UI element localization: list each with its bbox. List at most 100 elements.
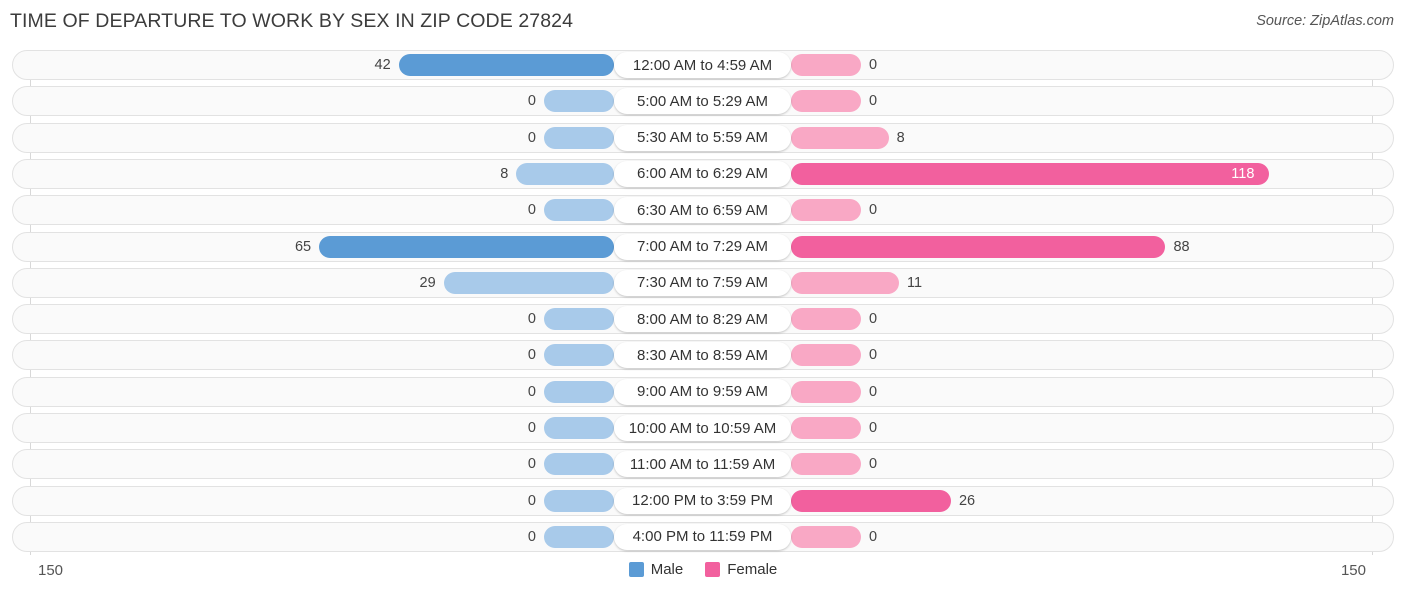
table-row[interactable]: 8 118 6:00 AM to 6:29 AM <box>12 158 1395 189</box>
bar-female[interactable] <box>791 235 1166 258</box>
bar-female[interactable] <box>791 271 900 294</box>
value-label-female: 0 <box>869 528 878 545</box>
bar-male[interactable] <box>544 525 614 548</box>
row-content: 0 0 8:30 AM to 8:59 AM <box>13 341 1395 369</box>
value-label-female: 0 <box>869 383 878 400</box>
bar-female[interactable] <box>791 344 861 367</box>
table-row[interactable]: 0 0 6:30 AM to 6:59 AM <box>12 195 1394 226</box>
table-row[interactable]: 0 0 4:00 PM to 11:59 PM <box>12 521 1394 552</box>
row-content: 0 0 9:00 AM to 9:59 AM <box>13 378 1395 406</box>
value-label-male: 0 <box>527 129 536 146</box>
bar-male[interactable] <box>516 162 614 185</box>
bar-female[interactable] <box>791 54 861 76</box>
row-content: 42 0 12:00 AM to 4:59 AM <box>13 51 1395 79</box>
category-label-pill[interactable]: 8:30 AM to 8:59 AM <box>614 342 791 369</box>
table-row[interactable]: 0 8 5:30 AM to 5:59 AM <box>12 122 1394 153</box>
category-label-text: 5:00 AM to 5:29 AM <box>637 92 768 110</box>
table-row[interactable]: 0 0 9:00 AM to 9:59 AM <box>12 376 1395 407</box>
chart-header: TIME OF DEPARTURE TO WORK BY SEX IN ZIP … <box>0 0 1406 46</box>
category-label-pill[interactable]: 12:00 PM to 3:59 PM <box>614 487 791 514</box>
bar-male[interactable] <box>544 90 614 113</box>
value-label-male: 0 <box>527 347 536 364</box>
bar-female[interactable] <box>791 162 1270 185</box>
value-label-female: 0 <box>869 347 878 364</box>
value-label-male: 29 <box>419 274 436 291</box>
bar-female[interactable] <box>791 417 861 439</box>
category-label-pill[interactable]: 12:00 AM to 4:59 AM <box>614 52 791 78</box>
category-label-text: 12:00 AM to 4:59 AM <box>632 56 773 74</box>
category-label-pill[interactable]: 5:00 AM to 5:29 AM <box>614 88 791 115</box>
category-label-text: 12:00 PM to 3:59 PM <box>632 492 773 510</box>
legend-swatch-male <box>628 562 644 577</box>
legend-item-female[interactable]: Female <box>705 561 777 578</box>
value-label-female: 11 <box>907 274 923 291</box>
bar-male[interactable] <box>544 453 614 476</box>
row-content: 29 11 7:30 AM to 7:59 AM <box>13 269 1395 297</box>
category-label-pill[interactable]: 5:30 AM to 5:59 AM <box>614 124 791 151</box>
bar-male[interactable] <box>443 271 614 294</box>
table-row[interactable]: 0 0 10:00 AM to 10:59 AM <box>12 413 1394 443</box>
bar-male[interactable] <box>398 54 614 76</box>
category-label-pill[interactable]: 7:00 AM to 7:29 AM <box>614 233 791 260</box>
category-label-text: 6:30 AM to 6:59 AM <box>637 201 768 219</box>
table-row[interactable]: 0 26 12:00 PM to 3:59 PM <box>12 485 1394 516</box>
category-label-text: 8:00 AM to 8:29 AM <box>637 310 768 328</box>
category-label-text: 8:30 AM to 8:59 AM <box>637 346 768 364</box>
category-label-pill[interactable]: 10:00 AM to 10:59 AM <box>614 415 791 441</box>
legend-label-male: Male <box>650 561 684 578</box>
row-content: 8 118 6:00 AM to 6:29 AM <box>13 160 1395 188</box>
row-content: 0 0 11:00 AM to 11:59 AM <box>13 450 1395 478</box>
table-row[interactable]: 42 0 12:00 AM to 4:59 AM <box>12 50 1394 80</box>
table-row[interactable]: 0 0 11:00 AM to 11:59 AM <box>12 449 1395 480</box>
category-label-pill[interactable]: 11:00 AM to 11:59 AM <box>614 451 791 478</box>
value-label-female: 0 <box>869 311 878 328</box>
bar-female[interactable] <box>791 525 861 548</box>
value-label-male: 65 <box>294 238 312 255</box>
value-label-female: 118 <box>1231 165 1255 182</box>
value-label-male: 0 <box>527 420 536 436</box>
category-label-pill[interactable]: 9:00 AM to 9:59 AM <box>614 378 791 405</box>
plot-area: 42 0 12:00 AM to 4:59 AM 0 0 5:00 AM to 5:29 … <box>12 50 1394 555</box>
value-label-female: 26 <box>958 492 976 509</box>
table-row[interactable]: 0 0 8:00 AM to 8:29 AM <box>12 304 1394 335</box>
table-row[interactable]: 29 11 7:30 AM to 7:59 AM <box>12 267 1395 298</box>
table-row[interactable]: 65 88 7:00 AM to 7:29 AM <box>12 231 1394 262</box>
bar-male[interactable] <box>544 199 614 222</box>
value-label-female: 0 <box>869 420 878 436</box>
bar-female[interactable] <box>791 90 861 113</box>
bar-male[interactable] <box>544 308 614 331</box>
legend-item-male[interactable]: Male <box>628 561 684 578</box>
value-label-female: 0 <box>869 57 878 73</box>
category-label-pill[interactable]: 8:00 AM to 8:29 AM <box>614 306 791 333</box>
legend-swatch-female <box>705 562 721 577</box>
category-label-text: 10:00 AM to 10:59 AM <box>628 419 777 437</box>
table-row[interactable]: 0 0 8:30 AM to 8:59 AM <box>12 340 1395 371</box>
bar-male[interactable] <box>544 417 614 439</box>
bar-female[interactable] <box>791 489 951 512</box>
page-title: TIME OF DEPARTURE TO WORK BY SEX IN ZIP … <box>10 10 574 32</box>
bar-female[interactable] <box>791 308 861 331</box>
bar-female[interactable] <box>791 380 861 403</box>
bar-female[interactable] <box>791 199 861 222</box>
category-label-pill[interactable]: 6:30 AM to 6:59 AM <box>614 197 791 224</box>
bar-male[interactable] <box>544 380 614 403</box>
table-row[interactable]: 0 0 5:00 AM to 5:29 AM <box>12 86 1395 117</box>
bar-male[interactable] <box>544 344 614 367</box>
bar-male[interactable] <box>319 235 614 258</box>
category-label-pill[interactable]: 7:30 AM to 7:59 AM <box>614 269 791 296</box>
category-label-text: 6:00 AM to 6:29 AM <box>637 165 768 183</box>
category-label-text: 7:00 AM to 7:29 AM <box>637 238 768 255</box>
bar-male[interactable] <box>544 126 614 149</box>
category-label-text: 7:30 AM to 7:59 AM <box>637 274 768 292</box>
value-label-female: 0 <box>869 202 878 219</box>
value-label-male: 0 <box>527 383 536 400</box>
category-label-pill[interactable]: 4:00 PM to 11:59 PM <box>614 523 791 550</box>
bar-male[interactable] <box>544 489 614 512</box>
value-label-female: 0 <box>869 93 878 110</box>
category-label-pill[interactable]: 6:00 AM to 6:29 AM <box>614 160 791 187</box>
category-label-text: 11:00 AM to 11:59 AM <box>629 455 776 473</box>
bar-female[interactable] <box>791 453 861 476</box>
row-content: 0 0 5:00 AM to 5:29 AM <box>13 87 1395 115</box>
bar-female[interactable] <box>791 126 889 149</box>
value-label-female: 88 <box>1173 238 1190 255</box>
